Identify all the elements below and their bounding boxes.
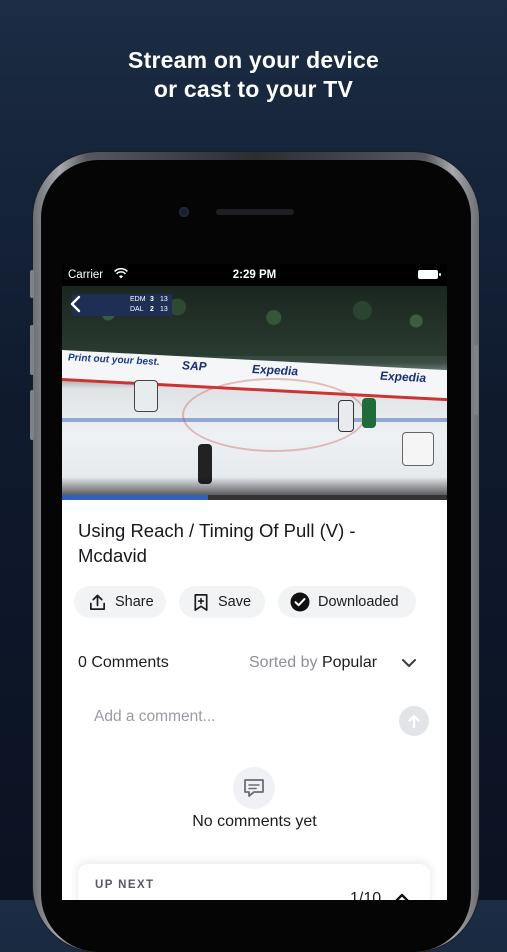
power-button (474, 345, 478, 415)
team-2-shots: 13 (160, 306, 168, 313)
empty-comments-text: No comments yet (192, 813, 317, 830)
player-figure (362, 398, 376, 428)
sort-label: Sorted by (249, 654, 318, 671)
sort-selector[interactable]: Sorted by Popular (249, 654, 377, 672)
video-title: Using Reach / Timing Of Pull (V) - Mcdav… (78, 520, 356, 566)
player-figure (338, 400, 354, 432)
headline-line-1: Stream on your device (128, 47, 379, 73)
send-comment-button[interactable] (399, 706, 429, 736)
board-ad: Expedia (252, 361, 299, 379)
app-screen: Carrier 2:29 PM Print out your best. SAP… (62, 264, 447, 900)
goalie-figure (402, 432, 434, 466)
earpiece-speaker (216, 209, 294, 215)
battery-icon (418, 270, 441, 279)
downloaded-button[interactable]: Downloaded (278, 586, 416, 618)
team-1-abbr: EDM (130, 296, 146, 303)
video-progress-bar[interactable] (62, 495, 447, 500)
sort-value: Popular (321, 654, 378, 671)
comment-input[interactable]: Add a comment... (94, 708, 215, 726)
comment-bubble-icon (233, 767, 275, 809)
team-1-shots: 13 (160, 296, 168, 303)
board-ad: Print out your best. (68, 352, 160, 369)
video-player[interactable]: Print out your best. SAP Expedia Expedia… (62, 286, 447, 500)
status-time: 2:29 PM (232, 269, 277, 281)
marketing-headline: Stream on your device or cast to your TV (0, 46, 507, 104)
save-button[interactable]: Save (179, 586, 265, 618)
goalie-figure (134, 380, 158, 412)
share-label: Share (115, 594, 154, 610)
up-next-count: 1/10 (350, 890, 382, 900)
share-button[interactable]: Share (74, 586, 166, 618)
front-camera (179, 207, 189, 217)
video-progress-fill (62, 495, 209, 500)
team-2-abbr: DAL (130, 306, 144, 313)
board-ad: SAP (182, 358, 207, 374)
headline-line-2: or cast to your TV (153, 76, 354, 102)
check-circle-icon (290, 592, 310, 612)
status-bar: Carrier 2:29 PM (62, 264, 447, 286)
volume-down-button (30, 390, 34, 440)
downloaded-label: Downloaded (318, 594, 399, 610)
up-next-panel[interactable]: UP NEXT 1/10 (78, 864, 430, 900)
scoreboard: EDM 3 13 DAL 2 13 (72, 294, 172, 316)
comment-bubble-glyph (244, 779, 264, 797)
save-label: Save (218, 594, 252, 610)
ice-line (62, 418, 447, 422)
share-icon (89, 594, 106, 610)
comments-count: 0 Comments (78, 654, 169, 671)
back-arrow-icon[interactable] (66, 294, 86, 314)
chevron-up-icon[interactable] (393, 890, 411, 900)
arrow-up-icon (408, 714, 420, 729)
board-ad: Expedia (380, 368, 427, 386)
chevron-down-icon[interactable] (401, 656, 417, 670)
team-1-score: 3 (150, 296, 154, 303)
volume-up-button (30, 325, 34, 375)
mute-switch (30, 270, 34, 298)
up-next-label: UP NEXT (95, 879, 155, 891)
team-2-score: 2 (150, 306, 154, 313)
bookmark-icon (194, 593, 208, 611)
video-controls-overlay (62, 477, 447, 495)
